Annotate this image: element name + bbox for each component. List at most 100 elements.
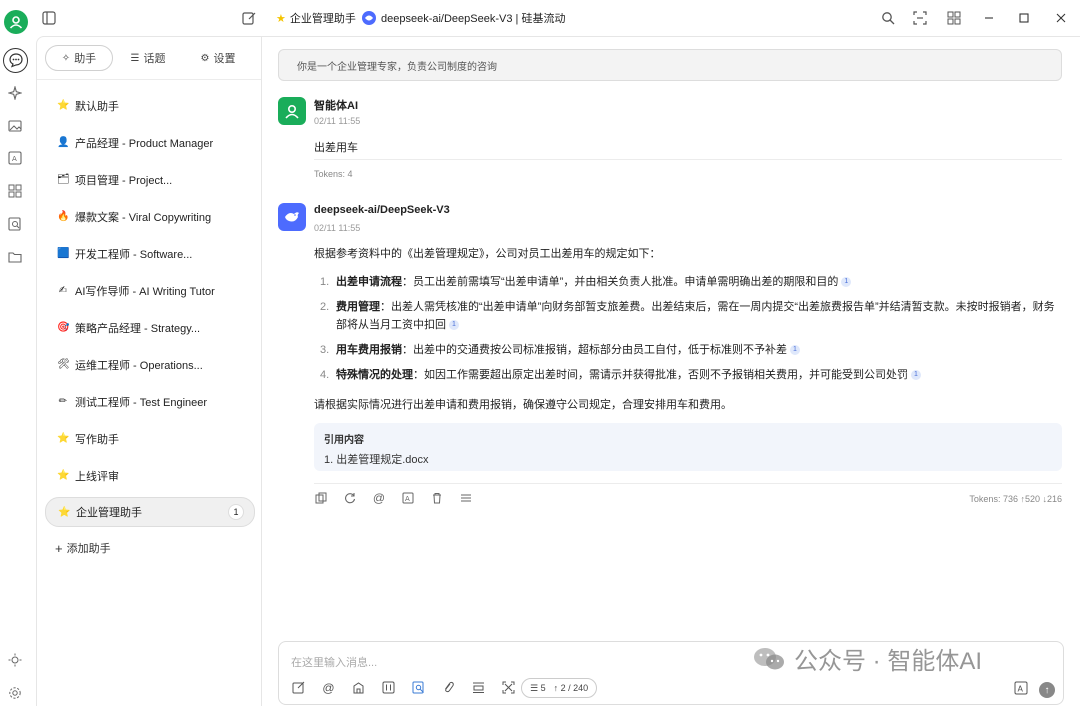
assistant-item-operations[interactable]: 🛠 运维工程师 - Operations... [45,346,255,383]
list-icon: ☰ [130,52,140,64]
svg-text:A: A [405,495,410,503]
tab-settings[interactable]: ⚙ 设置 [183,45,253,71]
list-item: 1. 出差申请流程：员工出差前需填写“出差申请单”，并由相关负责人批准。申请单需明… [320,273,1062,291]
wechat-icon [754,647,784,669]
new-chat-icon[interactable] [240,9,258,27]
assistant-item-label: AI写作导师 - AI Writing Tutor [75,285,215,298]
assistant-item-test-engineer[interactable]: ✏ 测试工程师 - Test Engineer [45,383,255,420]
watermark: 公众号 · 智能体AI [752,641,982,676]
assistant-item-label: 上线评审 [75,470,119,483]
apps-grid-icon[interactable] [945,9,963,27]
maximize-icon[interactable] [1015,9,1033,27]
watermark-text: 公众号 · 智能体AI [794,648,983,675]
list-item: 2. 费用管理：出差人需凭核准的“出差申请单”向财务部暂支旅差费。出差结束后，需在… [320,298,1062,334]
expand-icon[interactable] [501,680,516,695]
assistant-list: ⭐ 默认助手 👤 产品经理 - Product Manager 🗂 项目管理 - Pr… [45,87,255,531]
model-title: deepseek-ai/DeepSeek-V3 | 硅基流动 [381,13,566,25]
assistant-item-enterprise[interactable]: ⭐ 企业管理助手 1 [45,497,255,527]
send-button[interactable]: ↑ [1039,682,1055,698]
user-message-name: 智能体AI [314,100,358,112]
knowledge-base-icon[interactable] [411,680,426,695]
context-token-counter[interactable]: ☰ 5 ↑ 2 / 240 [521,678,598,698]
citation-box: 引用内容 1. 出差管理规定.docx [314,423,1062,471]
gear-icon: ⚙ [200,52,210,64]
translate-icon[interactable]: A [6,149,24,167]
folder-icon: 🗂 [57,174,70,185]
regenerate-icon[interactable] [343,491,357,505]
knowledge-search-icon[interactable] [6,215,24,233]
user-avatar[interactable] [4,10,28,34]
assistant-item-default[interactable]: ⭐ 默认助手 [45,87,255,124]
mention-icon[interactable]: @ [372,491,386,505]
target-icon: 🎯 [57,322,70,333]
sidebar-divider [37,79,261,80]
theme-icon[interactable] [6,651,24,669]
title-bar: ★ 企业管理助手 deepseek-ai/DeepSeek-V3 | 硅基流动 [0,0,1080,36]
citation-badge[interactable]: 1 [841,277,852,288]
assistant-item-copywriting[interactable]: 🔥 爆款文案 - Viral Copywriting [45,198,255,235]
sparkle-icon: ✧ [61,52,71,64]
rule-list: 1. 出差申请流程：员工出差前需填写“出差申请单”，并由相关负责人批准。申请单需明… [320,273,1062,391]
mention-model-icon[interactable]: @ [321,680,336,695]
system-prompt-bar[interactable]: 你是一个企业管理专家，负责公司制度的咨询 [278,49,1062,81]
svg-text:A: A [1018,685,1024,694]
translate-icon[interactable]: A [401,491,415,505]
assistant-tab-label: 企业管理助手 [289,13,356,25]
attachment-icon[interactable] [441,680,456,695]
chat-icon[interactable] [7,51,25,69]
citation-badge[interactable]: 1 [911,370,921,381]
minimize-icon[interactable] [980,9,998,27]
delete-icon[interactable] [430,491,444,505]
plus-icon: + [55,540,63,556]
new-topic-icon[interactable] [291,680,306,695]
assistant-tab[interactable]: ★ 企业管理助手 [276,10,356,26]
tab-topics[interactable]: ☰ 话题 [113,45,183,71]
assistant-item-writing[interactable]: ⭐ 写作助手 [45,420,255,457]
person-icon: 👤 [57,137,70,148]
list-item-number: 2. [320,301,330,313]
assistant-message-avatar [278,203,306,231]
folder-icon[interactable] [6,248,24,266]
fullscreen-icon[interactable] [911,9,929,27]
assistant-item-writing-tutor[interactable]: ✍ AI写作导师 - AI Writing Tutor [45,272,255,309]
chat-area: 你是一个企业管理专家，负责公司制度的咨询 智能体AI 02/11 11:55 出… [262,36,1080,706]
assistant-item-label: 测试工程师 - Test Engineer [75,396,208,409]
assistant-outro: 请根据实际情况进行出差申请和费用报销，确保遵守公司规定，合理安排用车和费用。 [314,399,732,411]
assistant-item-developer[interactable]: 🟦 开发工程师 - Software... [45,235,255,272]
apps-icon[interactable] [6,182,24,200]
list-item-number: 1. [320,276,330,288]
copy-icon[interactable] [314,491,328,505]
model-selector[interactable]: deepseek-ai/DeepSeek-V3 | 硅基流动 [362,10,565,26]
toggle-sidebar-icon[interactable] [40,9,58,27]
translate-input-icon[interactable]: A [1014,681,1030,697]
message-input[interactable]: 在这里输入消息... [291,654,377,670]
citation-badge[interactable]: 1 [449,320,459,331]
token-count: ↑ 2 / 240 [553,683,589,693]
menu-icon[interactable] [459,491,473,505]
add-assistant-button[interactable]: + 添加助手 [55,540,111,556]
citation-link[interactable]: 1. 出差管理规定.docx [324,451,429,467]
assistant-message-time: 02/11 11:55 [314,223,361,233]
assistant-message-tokens: Tokens: 736 ↑520 ↓216 [969,494,1062,504]
assistant-item-label: 默认助手 [75,100,119,113]
list-item-number: 3. [320,344,330,356]
search-icon[interactable] [879,9,897,27]
assistant-item-review[interactable]: ⭐ 上线评审 [45,457,255,494]
clear-context-icon[interactable] [471,680,486,695]
image-icon[interactable] [6,117,24,135]
list-item-title: 特殊情况的处理 [336,369,413,381]
assistant-item-project[interactable]: 🗂 项目管理 - Project... [45,161,255,198]
list-item-title: 出差申请流程 [336,276,402,288]
tab-assistants[interactable]: ✧ 助手 [45,45,113,71]
user-message-tokens: Tokens: 4 [314,169,353,179]
deepseek-logo-icon [362,11,376,25]
list-item-number: 4. [320,369,330,381]
sparkle-icon[interactable] [6,84,24,102]
assistant-item-strategy[interactable]: 🎯 策略产品经理 - Strategy... [45,309,255,346]
close-icon[interactable] [1052,9,1070,27]
assistant-item-product-manager[interactable]: 👤 产品经理 - Product Manager [45,124,255,161]
building-icon[interactable] [351,680,366,695]
mcp-icon[interactable] [381,680,396,695]
citation-badge[interactable]: 1 [790,345,800,356]
settings-icon[interactable] [6,684,24,702]
